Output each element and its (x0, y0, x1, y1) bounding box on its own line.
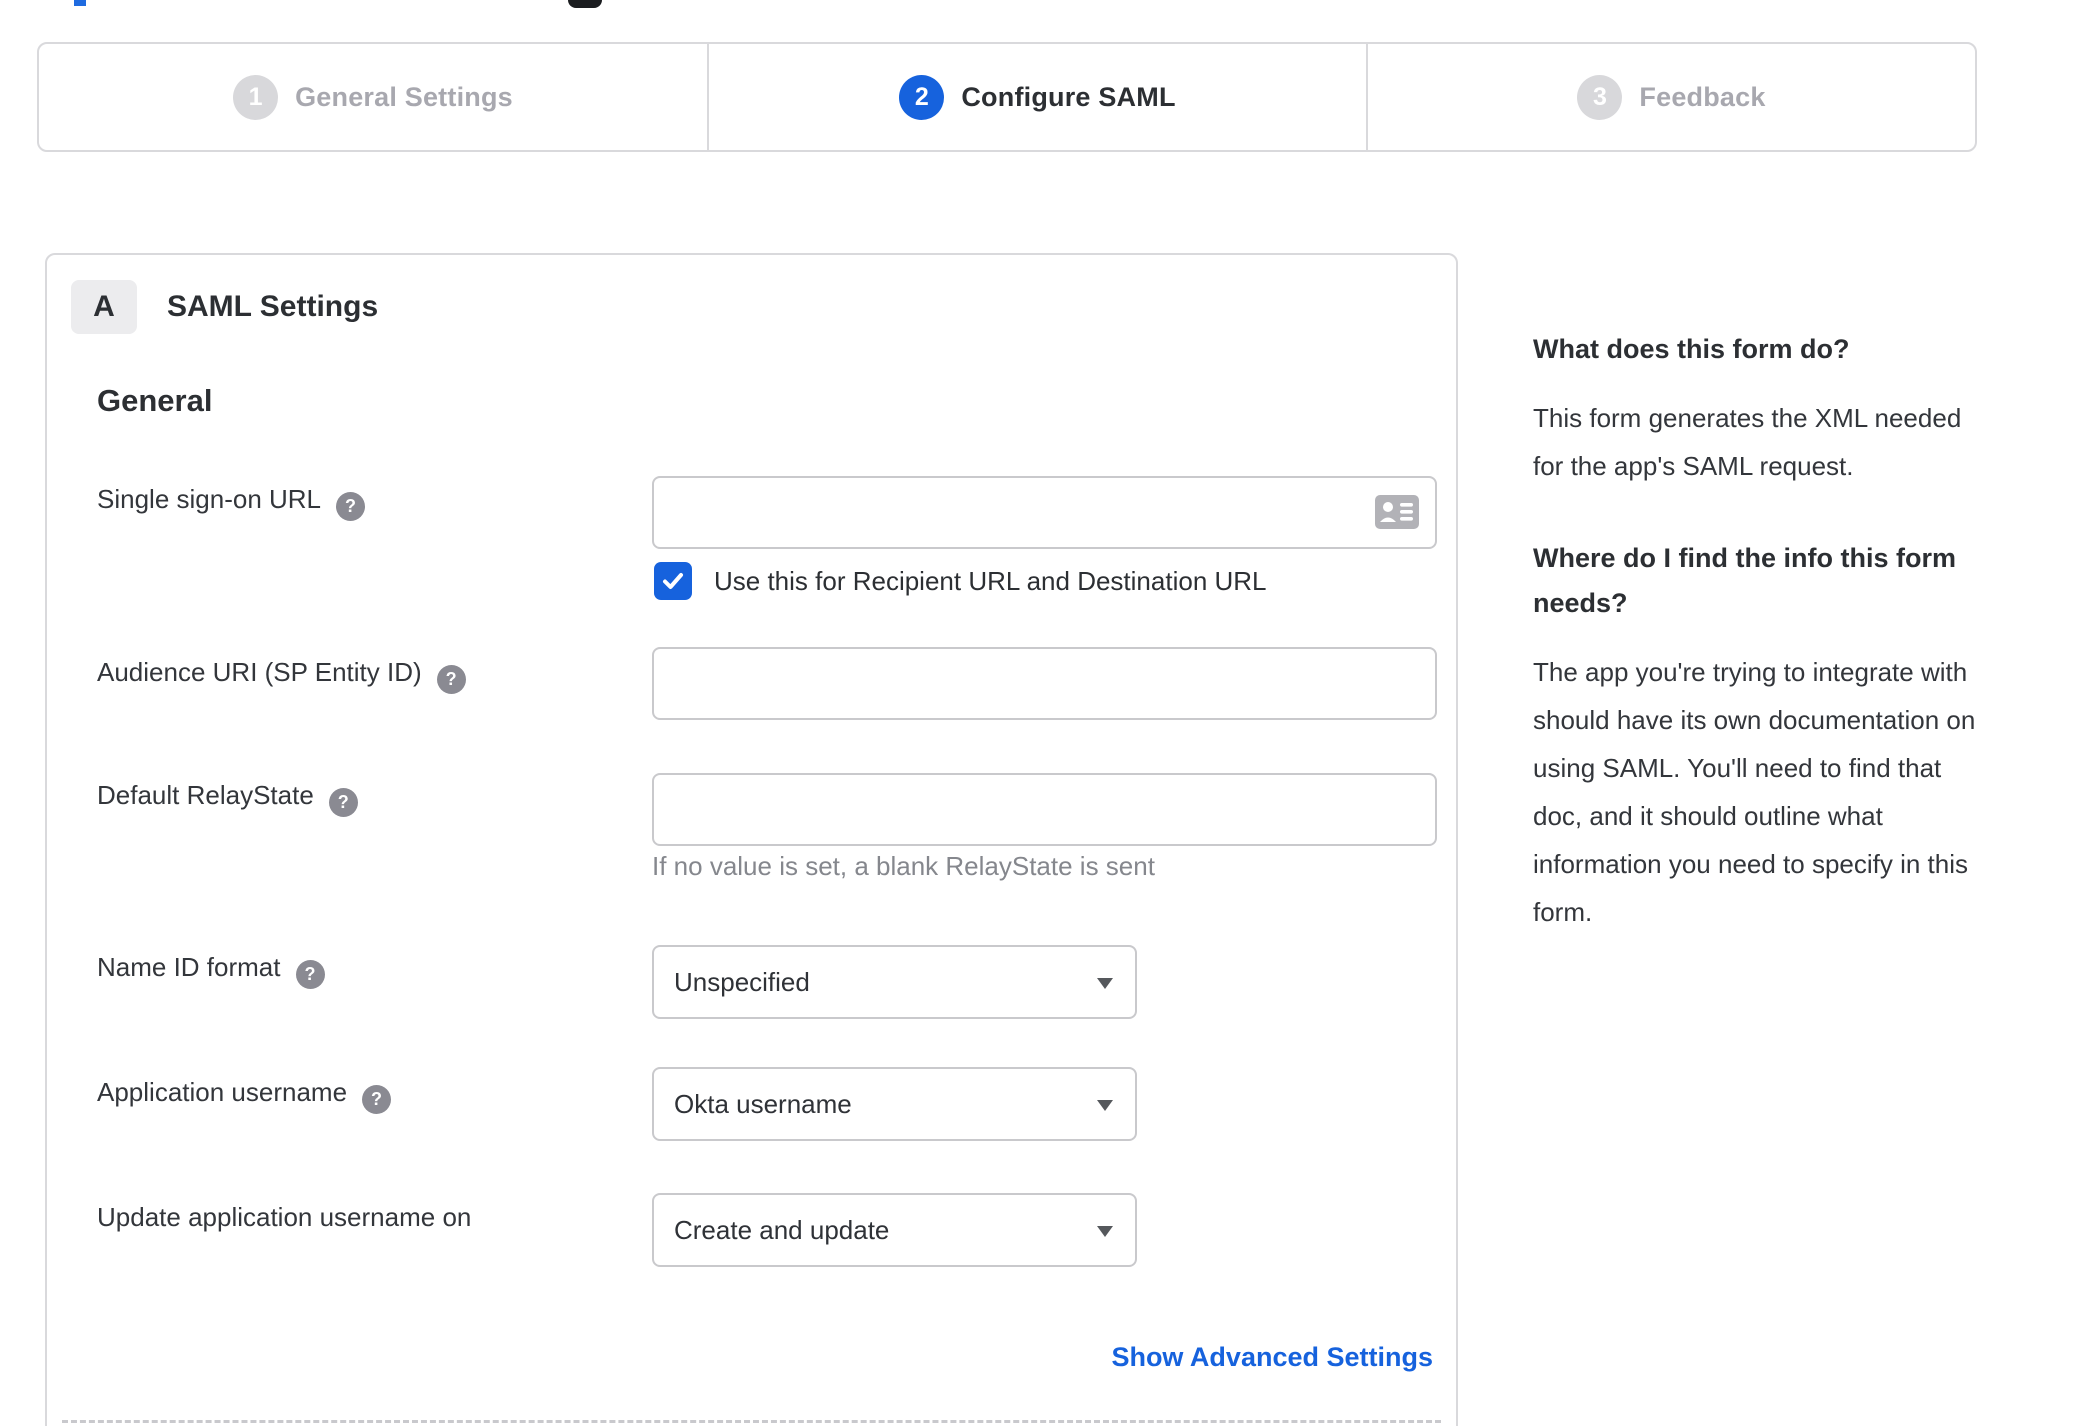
update-username-label: Update application username on (97, 1202, 472, 1232)
section-a-badge: A (71, 280, 137, 334)
audience-uri-input[interactable] (652, 647, 1437, 720)
application-username-label: Application username? (97, 1074, 392, 1114)
sso-url-label: Single sign-on URL? (97, 481, 366, 521)
audience-uri-label: Audience URI (SP Entity ID)? (97, 654, 466, 694)
help-icon[interactable]: ? (362, 1085, 392, 1114)
help-icon[interactable]: ? (328, 788, 358, 817)
application-username-select[interactable]: Okta username (652, 1067, 1137, 1141)
help-icon[interactable]: ? (336, 492, 366, 521)
name-id-format-label: Name ID format? (97, 949, 325, 989)
step-2-label: Configure SAML (961, 81, 1176, 112)
step-1-label: General Settings (295, 81, 513, 112)
relaystate-input[interactable] (652, 773, 1437, 846)
step-feedback[interactable]: 3 Feedback (1368, 44, 1975, 150)
step-general-settings[interactable]: 1 General Settings (39, 44, 707, 150)
sidebar-heading-what: What does this form do? (1533, 334, 1850, 364)
step-configure-saml[interactable]: 2 Configure SAML (707, 44, 1368, 150)
relaystate-hint: If no value is set, a blank RelayState i… (652, 851, 1155, 881)
help-icon[interactable]: ? (295, 960, 325, 989)
show-advanced-settings-link[interactable]: Show Advanced Settings (1111, 1342, 1433, 1373)
recipient-url-checkbox-row: Use this for Recipient URL and Destinati… (654, 562, 1267, 600)
contact-card-icon (1375, 495, 1419, 529)
relaystate-label: Default RelayState? (97, 777, 358, 817)
chevron-down-icon (1097, 978, 1113, 989)
sidebar-body-what: This form generates the XML needed for t… (1533, 403, 1962, 481)
wizard-stepper: 1 General Settings 2 Configure SAML 3 Fe… (37, 42, 1977, 152)
step-3-label: Feedback (1639, 81, 1766, 112)
page: 1 General Settings 2 Configure SAML 3 Fe… (0, 0, 2092, 1426)
general-section-heading: General (97, 383, 213, 418)
sidebar-section: Where do I find the info this form needs… (1533, 536, 1983, 936)
help-sidebar: What does this form do? This form genera… (1533, 327, 1983, 936)
sso-url-input-wrap (652, 476, 1437, 549)
sidebar-heading-where: Where do I find the info this form needs… (1533, 543, 1956, 618)
step-3-number-badge: 3 (1577, 74, 1623, 120)
checkmark-icon (663, 573, 683, 589)
sso-url-input[interactable] (652, 476, 1437, 549)
section-dashed-divider (62, 1420, 1441, 1423)
recipient-url-checkbox[interactable] (654, 562, 692, 600)
chevron-down-icon (1097, 1100, 1113, 1111)
chevron-down-icon (1097, 1226, 1113, 1237)
recipient-url-checkbox-label: Use this for Recipient URL and Destinati… (714, 565, 1267, 596)
sidebar-section: What does this form do? This form genera… (1533, 327, 1983, 490)
help-icon[interactable]: ? (436, 665, 466, 694)
panel-title: SAML Settings (167, 290, 379, 323)
cutoff-dark-icon-fragment (568, 0, 602, 8)
name-id-format-select[interactable]: Unspecified (652, 945, 1137, 1019)
step-1-number-badge: 1 (233, 74, 279, 120)
step-2-number-badge: 2 (899, 74, 945, 120)
cutoff-blue-fragment (74, 0, 86, 6)
sidebar-body-where: The app you're trying to integrate with … (1533, 657, 1976, 927)
update-username-select[interactable]: Create and update (652, 1193, 1137, 1267)
saml-settings-panel: A SAML Settings General Single sign-on U… (45, 253, 1458, 1426)
